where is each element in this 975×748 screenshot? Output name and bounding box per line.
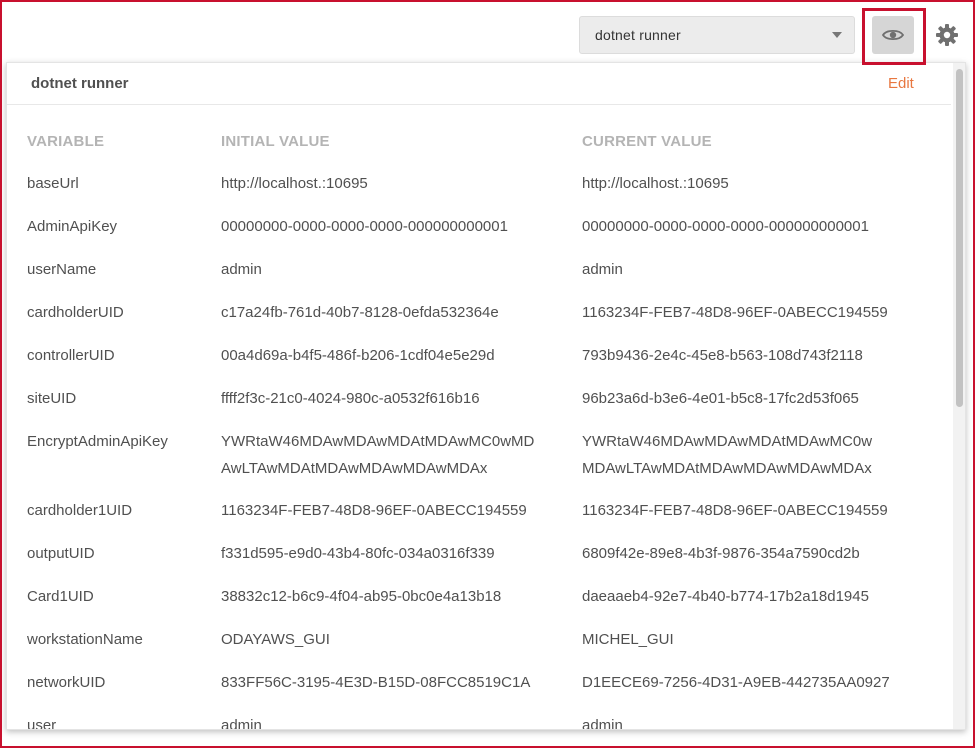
current-value-cell: 1163234F-FEB7-48D8-96EF-0ABECC194559 xyxy=(582,502,888,519)
initial-value-cell: admin xyxy=(221,717,262,730)
column-header-initial-value: INITIAL VALUE xyxy=(221,133,330,150)
initial-value-cell: 00a4d69a-b4f5-486f-b206-1cdf04e5e29d xyxy=(221,347,495,364)
panel-header: dotnet runner Edit xyxy=(7,63,951,105)
current-value-cell: admin xyxy=(582,717,623,730)
current-value-cell: 1163234F-FEB7-48D8-96EF-0ABECC194559 xyxy=(582,304,888,321)
current-value-cell: D1EECE69-7256-4D31-A9EB-442735AA0927 xyxy=(582,674,890,691)
variable-name-cell: outputUID xyxy=(27,545,95,562)
current-value-cell: 793b9436-2e4c-45e8-b563-108d743f2118 xyxy=(582,347,863,364)
initial-value-cell: ffff2f3c-21c0-4024-980c-a0532f616b16 xyxy=(221,390,480,407)
column-header-variable: VARIABLE xyxy=(27,133,105,150)
current-value-cell: 00000000-0000-0000-0000-000000000001 xyxy=(582,218,869,235)
variable-name-cell: networkUID xyxy=(27,674,106,691)
initial-value-cell: 1163234F-FEB7-48D8-96EF-0ABECC194559 xyxy=(221,502,527,519)
initial-value-cell: admin xyxy=(221,261,262,278)
variable-name-cell: userName xyxy=(27,261,97,278)
current-value-cell: MICHEL_GUI xyxy=(582,631,674,648)
variable-name-cell: EncryptAdminApiKey xyxy=(27,433,168,450)
settings-button[interactable] xyxy=(932,18,962,52)
environment-quick-look-panel: dotnet runner Edit VARIABLE INITIAL VALU… xyxy=(6,62,966,730)
initial-value-cell: AwLTAwMDAtMDAwMDAwMDAwMDAx xyxy=(221,460,488,477)
top-bar: dotnet runner xyxy=(0,0,975,66)
variable-name-cell: AdminApiKey xyxy=(27,218,118,235)
variable-name-cell: user xyxy=(27,717,57,730)
variable-name-cell: cardholderUID xyxy=(27,304,124,321)
initial-value-cell: f331d595-e9d0-43b4-80fc-034a0316f339 xyxy=(221,545,495,562)
initial-value-cell: 00000000-0000-0000-0000-000000000001 xyxy=(221,218,508,235)
edit-link[interactable]: Edit xyxy=(888,75,914,92)
chevron-down-icon xyxy=(832,32,842,38)
current-value-cell: http://localhost.:10695 xyxy=(582,175,729,192)
initial-value-cell: ODAYAWS_GUI xyxy=(221,631,330,648)
variable-name-cell: controllerUID xyxy=(27,347,115,364)
variable-name-cell: Card1UID xyxy=(27,588,94,605)
variable-name-cell: baseUrl xyxy=(27,175,79,192)
gear-icon xyxy=(936,24,958,46)
current-value-cell: daeaaeb4-92e7-4b40-b774-17b2a18d1945 xyxy=(582,588,869,605)
current-value-cell: 96b23a6d-b3e6-4e01-b5c8-17fc2d53f065 xyxy=(582,390,859,407)
initial-value-cell: http://localhost.:10695 xyxy=(221,175,368,192)
initial-value-cell: 38832c12-b6c9-4f04-ab95-0bc0e4a13b18 xyxy=(221,588,502,605)
current-value-cell: 6809f42e-89e8-4b3f-9876-354a7590cd2b xyxy=(582,545,860,562)
initial-value-cell: c17a24fb-761d-40b7-8128-0efda532364e xyxy=(221,304,499,321)
variable-name-cell: siteUID xyxy=(27,390,77,407)
environment-select-label: dotnet runner xyxy=(595,27,681,43)
column-header-current-value: CURRENT VALUE xyxy=(582,133,712,150)
initial-value-cell: YWRtaW46MDAwMDAwMDAtMDAwMC0wMD xyxy=(221,433,535,450)
quick-look-highlight-box xyxy=(862,8,926,65)
environment-select[interactable]: dotnet runner xyxy=(579,16,855,54)
current-value-cell: admin xyxy=(582,261,623,278)
variable-name-cell: cardholder1UID xyxy=(27,502,133,519)
variable-name-cell: workstationName xyxy=(27,631,143,648)
initial-value-cell: 833FF56C-3195-4E3D-B15D-08FCC8519C1A xyxy=(221,674,531,691)
current-value-cell: MDAwLTAwMDAtMDAwMDAwMDAwMDAx xyxy=(582,460,872,477)
scrollbar-thumb[interactable] xyxy=(956,69,963,407)
panel-title: dotnet runner xyxy=(31,75,129,92)
current-value-cell: YWRtaW46MDAwMDAwMDAtMDAwMC0w xyxy=(582,433,873,450)
